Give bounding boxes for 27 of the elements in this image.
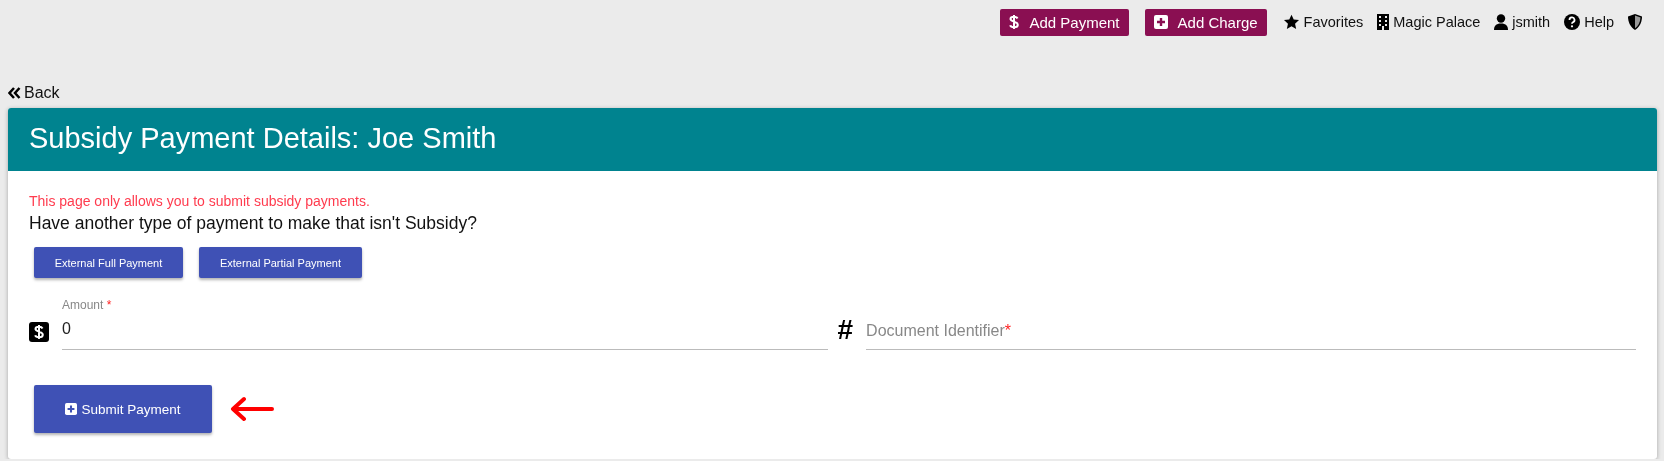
pointer-arrow [230, 396, 274, 422]
double-chevron-icon [8, 87, 21, 99]
help-icon [1564, 14, 1581, 30]
payment-type-button[interactable]: External Full Payment [34, 247, 183, 278]
topbar-button[interactable]: Add Charge [1144, 8, 1267, 36]
payment-type-button[interactable]: External Partial Payment [199, 247, 362, 278]
back-link[interactable]: Back [24, 84, 60, 102]
plus-square-icon [1153, 15, 1168, 29]
nav-link[interactable]: jsmith [1512, 14, 1551, 30]
user-icon [1494, 14, 1509, 30]
dollar-icon [1009, 14, 1020, 30]
input-field[interactable]: Document Identifier* [866, 298, 1636, 350]
warning-text: This page only allows you to submit subsidy payments. [29, 193, 371, 209]
plus-square-icon [65, 403, 78, 415]
submit-button[interactable]: Submit Payment [34, 385, 212, 433]
topbar-button[interactable]: Add Payment [1000, 8, 1129, 36]
input-field[interactable]: Amount * 0 [62, 298, 828, 350]
star-icon [1282, 14, 1300, 30]
nav-link[interactable]: Help [1584, 14, 1614, 30]
nav-link[interactable]: Favorites [1303, 14, 1364, 30]
dollar-icon-box [29, 322, 49, 342]
question-text: Have another type of payment to make that isn't Subsidy? [29, 213, 478, 234]
hash-icon: # [837, 316, 854, 344]
building-icon [1377, 14, 1390, 30]
card-title: Subsidy Payment Details: Joe Smith [8, 108, 1657, 171]
shield-icon[interactable] [1628, 14, 1642, 30]
nav-link[interactable]: Magic Palace [1393, 14, 1481, 30]
